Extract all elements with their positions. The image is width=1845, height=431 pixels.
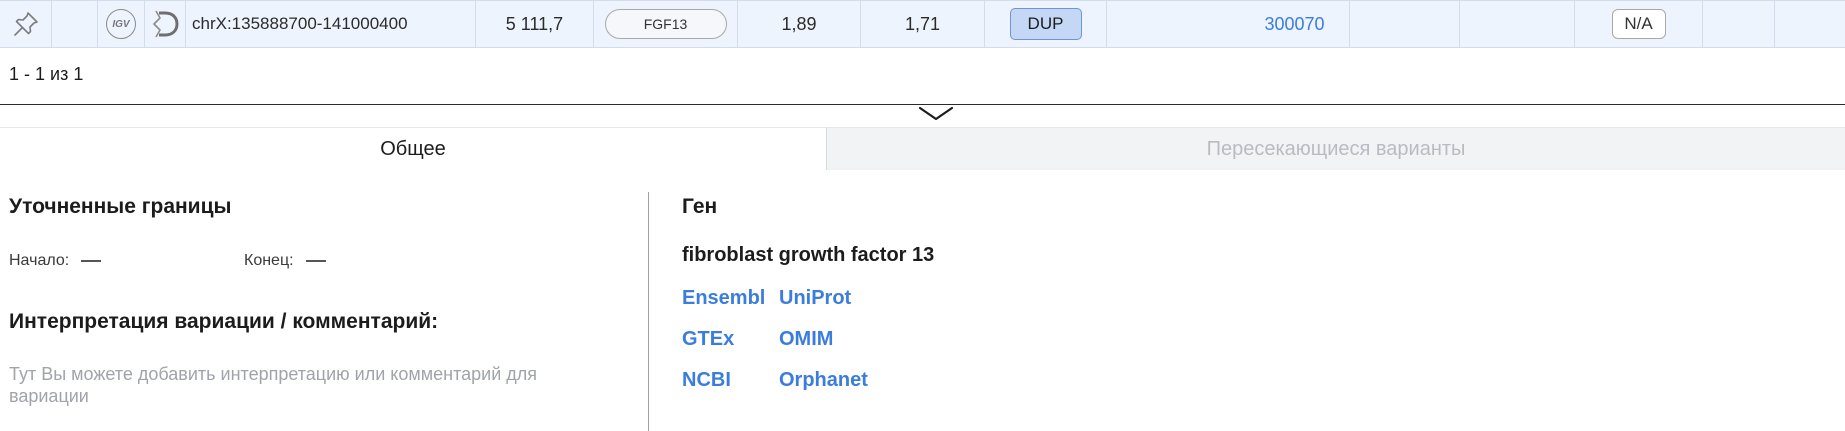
end-field: Конец: bbox=[244, 252, 326, 270]
omim-link[interactable]: 300070 bbox=[1264, 14, 1324, 35]
empty-cell bbox=[1775, 1, 1845, 47]
omim-cell: 300070 bbox=[1239, 1, 1350, 47]
ensembl-link[interactable]: Ensembl bbox=[682, 287, 765, 310]
type-cell: DUP bbox=[985, 1, 1107, 47]
size-cell: 5 111,7 bbox=[476, 1, 594, 47]
tab-overlapping-label: Пересекающиеся варианты bbox=[1206, 137, 1466, 160]
empty-cell bbox=[52, 1, 98, 47]
empty-cell bbox=[1350, 1, 1460, 47]
type-badge: DUP bbox=[1009, 8, 1082, 40]
gene-heading: Ген bbox=[682, 195, 718, 218]
column-divider bbox=[648, 192, 649, 431]
igv-cell[interactable]: IGV bbox=[98, 1, 145, 47]
start-value-empty bbox=[81, 259, 102, 262]
pin-cell[interactable] bbox=[0, 1, 52, 47]
gtex-link[interactable]: GTEx bbox=[682, 328, 734, 351]
tab-overlapping-variants[interactable]: Пересекающиеся варианты bbox=[826, 127, 1845, 170]
value1-text: 1,89 bbox=[781, 13, 817, 34]
igv-label: IGV bbox=[112, 18, 130, 30]
tab-general[interactable]: Общее bbox=[0, 127, 826, 170]
value2-text: 1,71 bbox=[904, 13, 941, 34]
decipher-icon[interactable] bbox=[150, 8, 180, 40]
pin-icon[interactable] bbox=[11, 9, 41, 39]
table-row[interactable]: IGV chrX:135888700-141000400 5 111,7 FGF… bbox=[0, 0, 1845, 48]
gene-cell: FGF13 bbox=[594, 1, 738, 47]
decipher-cell[interactable] bbox=[145, 1, 186, 47]
start-label: Начало: bbox=[9, 252, 70, 269]
na-badge: N/A bbox=[1611, 9, 1666, 39]
location-text: chrX:135888700-141000400 bbox=[192, 14, 408, 33]
omim-db-link[interactable]: OMIM bbox=[779, 328, 833, 351]
na-cell: N/A bbox=[1575, 1, 1703, 47]
interpretation-title: Интерпретация вариации / комментарий: bbox=[9, 310, 439, 333]
empty-cell bbox=[1703, 1, 1775, 47]
ncbi-link[interactable]: NCBI bbox=[682, 369, 731, 392]
start-field: Начало: bbox=[9, 252, 102, 270]
location-cell: chrX:135888700-141000400 bbox=[186, 1, 476, 47]
gene-full-name: fibroblast growth factor 13 bbox=[682, 244, 935, 266]
empty-cell bbox=[1460, 1, 1575, 47]
size-text: 5 111,7 bbox=[505, 13, 564, 34]
end-label: Конец: bbox=[244, 252, 294, 269]
detail-tabs: Общее Пересекающиеся варианты bbox=[0, 127, 1845, 170]
orphanet-link[interactable]: Orphanet bbox=[779, 369, 868, 392]
refined-boundaries-title: Уточненные границы bbox=[9, 195, 232, 218]
uniprot-link[interactable]: UniProt bbox=[779, 287, 851, 310]
value1-cell: 1,89 bbox=[738, 1, 861, 47]
value2-cell: 1,71 bbox=[861, 1, 985, 47]
tab-general-label: Общее bbox=[380, 137, 446, 160]
comment-textarea[interactable]: Тут Вы можете добавить интерпретацию или… bbox=[9, 363, 599, 407]
chevron-down-icon[interactable] bbox=[918, 106, 954, 122]
pagination-info: 1 - 1 из 1 bbox=[9, 64, 84, 84]
gene-chip[interactable]: FGF13 bbox=[604, 9, 727, 39]
panel-divider bbox=[0, 104, 1845, 105]
igv-icon[interactable]: IGV bbox=[106, 9, 136, 39]
end-value-empty bbox=[305, 259, 326, 262]
